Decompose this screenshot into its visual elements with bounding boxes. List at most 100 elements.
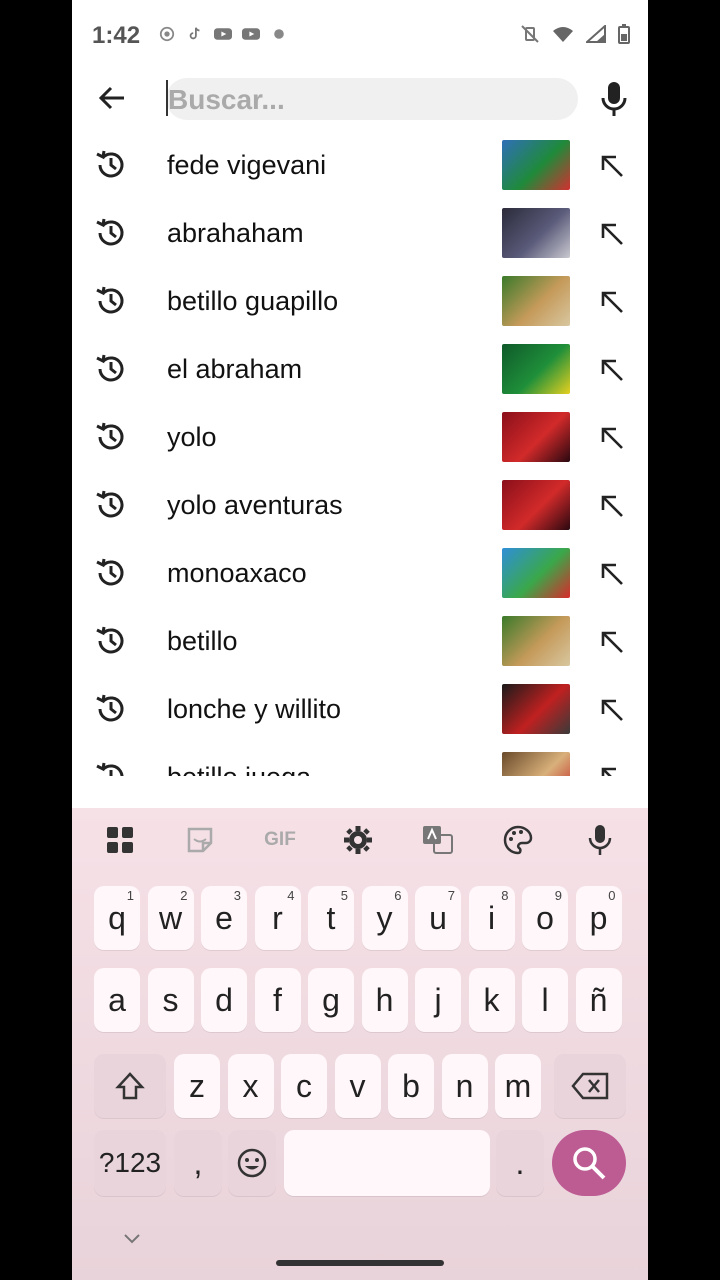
key-i[interactable]: i8 bbox=[468, 886, 515, 950]
history-row[interactable]: lonche y willito bbox=[72, 676, 648, 744]
key-p[interactable]: p0 bbox=[575, 886, 622, 950]
search-input[interactable] bbox=[166, 78, 582, 122]
key-letter: w bbox=[158, 899, 183, 936]
history-label: abrahaham bbox=[167, 218, 304, 248]
history-row[interactable]: betillo bbox=[72, 608, 648, 676]
key-k[interactable]: k bbox=[468, 968, 515, 1032]
keyboard-search-button[interactable] bbox=[552, 1130, 626, 1196]
settings-gear-icon[interactable] bbox=[338, 822, 378, 858]
comma-key[interactable]: , bbox=[174, 1130, 222, 1196]
history-row[interactable]: yolo bbox=[72, 404, 648, 472]
key-number-hint: 1 bbox=[126, 888, 134, 903]
history-label: el abraham bbox=[167, 354, 303, 384]
key-letter: t bbox=[326, 899, 336, 936]
history-clock-icon bbox=[96, 150, 124, 178]
backspace-key[interactable] bbox=[554, 1054, 626, 1118]
emoji-key[interactable] bbox=[228, 1130, 276, 1196]
history-row[interactable]: fede vigevani bbox=[72, 132, 648, 200]
back-arrow-icon[interactable] bbox=[94, 80, 130, 116]
video-thumbnail bbox=[502, 344, 570, 394]
key-d[interactable]: d bbox=[201, 968, 247, 1032]
translate-icon[interactable] bbox=[418, 822, 458, 858]
key-h[interactable]: h bbox=[361, 968, 408, 1032]
key-f[interactable]: f bbox=[254, 968, 301, 1032]
history-row[interactable]: betillo guapillo bbox=[72, 268, 648, 336]
key-letter: o bbox=[536, 899, 554, 936]
history-label: monoaxaco bbox=[167, 558, 307, 588]
key-j[interactable]: j bbox=[415, 968, 461, 1032]
key-c[interactable]: c bbox=[281, 1054, 327, 1118]
history-clock-icon bbox=[96, 694, 124, 722]
fill-query-arrow-icon[interactable] bbox=[598, 220, 626, 248]
gif-button[interactable]: GIF bbox=[258, 822, 302, 858]
key-o[interactable]: o9 bbox=[522, 886, 568, 950]
history-row[interactable]: betillo juega bbox=[72, 744, 648, 776]
key-number-hint: 9 bbox=[554, 888, 562, 903]
history-clock-icon bbox=[96, 762, 124, 776]
history-row[interactable]: monoaxaco bbox=[72, 540, 648, 608]
history-clock-icon bbox=[96, 558, 124, 586]
key-w[interactable]: w2 bbox=[147, 886, 194, 950]
key-letter: i bbox=[487, 899, 496, 936]
fill-query-arrow-icon[interactable] bbox=[598, 764, 626, 776]
key-ñ[interactable]: ñ bbox=[575, 968, 622, 1032]
hide-keyboard-chevron-icon[interactable] bbox=[122, 1232, 142, 1246]
key-n[interactable]: n bbox=[441, 1054, 488, 1118]
onscreen-keyboard: GIF q1w2e3r4t5y6u7i8o9p0asdfghjklñzxcvbn… bbox=[72, 808, 648, 1280]
space-key[interactable] bbox=[284, 1130, 490, 1196]
key-s[interactable]: s bbox=[147, 968, 194, 1032]
fill-query-arrow-icon[interactable] bbox=[598, 152, 626, 180]
key-number-hint: 3 bbox=[233, 888, 241, 903]
key-letter: q bbox=[108, 899, 126, 936]
key-letter: u bbox=[429, 899, 447, 936]
history-label: yolo bbox=[167, 422, 217, 452]
key-l[interactable]: l bbox=[522, 968, 568, 1032]
history-clock-icon bbox=[96, 490, 124, 518]
history-row[interactable]: el abraham bbox=[72, 336, 648, 404]
key-v[interactable]: v bbox=[334, 1054, 381, 1118]
key-m[interactable]: m bbox=[495, 1054, 541, 1118]
key-u[interactable]: u7 bbox=[415, 886, 461, 950]
key-r[interactable]: r4 bbox=[254, 886, 301, 950]
theme-palette-icon[interactable] bbox=[498, 822, 538, 858]
fill-query-arrow-icon[interactable] bbox=[598, 492, 626, 520]
home-indicator[interactable] bbox=[276, 1260, 444, 1266]
key-a[interactable]: a bbox=[94, 968, 140, 1032]
key-g[interactable]: g bbox=[308, 968, 354, 1032]
key-number-hint: 0 bbox=[608, 888, 616, 903]
fill-query-arrow-icon[interactable] bbox=[598, 560, 626, 588]
key-q[interactable]: q1 bbox=[94, 886, 140, 950]
keyboard-mic-icon[interactable] bbox=[580, 822, 620, 858]
search-box[interactable] bbox=[166, 78, 582, 122]
shift-icon bbox=[115, 1072, 145, 1100]
key-y[interactable]: y6 bbox=[361, 886, 408, 950]
period-key[interactable]: . bbox=[496, 1130, 544, 1196]
fill-query-arrow-icon[interactable] bbox=[598, 424, 626, 452]
fill-query-arrow-icon[interactable] bbox=[598, 288, 626, 316]
key-x[interactable]: x bbox=[227, 1054, 274, 1118]
history-label: fede vigevani bbox=[167, 150, 327, 180]
fill-query-arrow-icon[interactable] bbox=[598, 696, 626, 724]
system-icons bbox=[520, 24, 630, 44]
fill-query-arrow-icon[interactable] bbox=[598, 628, 626, 656]
emoji-icon bbox=[237, 1148, 267, 1178]
history-row[interactable]: abrahaham bbox=[72, 200, 648, 268]
voice-search-mic-icon[interactable] bbox=[598, 80, 630, 118]
history-row[interactable]: yolo aventuras bbox=[72, 472, 648, 540]
fill-query-arrow-icon[interactable] bbox=[598, 356, 626, 384]
sticker-icon[interactable] bbox=[180, 822, 220, 858]
backspace-icon bbox=[571, 1072, 609, 1100]
key-e[interactable]: e3 bbox=[201, 886, 247, 950]
history-clock-icon bbox=[96, 354, 124, 382]
shift-key[interactable] bbox=[94, 1054, 166, 1118]
history-clock-icon bbox=[96, 422, 124, 450]
key-t[interactable]: t5 bbox=[308, 886, 354, 950]
apps-grid-icon[interactable] bbox=[100, 822, 140, 858]
key-b[interactable]: b bbox=[388, 1054, 434, 1118]
key-z[interactable]: z bbox=[174, 1054, 220, 1118]
wifi-icon bbox=[553, 27, 573, 42]
key-letter: r bbox=[272, 899, 283, 936]
video-thumbnail bbox=[502, 208, 570, 258]
status-time: 1:42 bbox=[92, 22, 141, 49]
symbols-key[interactable]: ?123 bbox=[94, 1130, 166, 1196]
